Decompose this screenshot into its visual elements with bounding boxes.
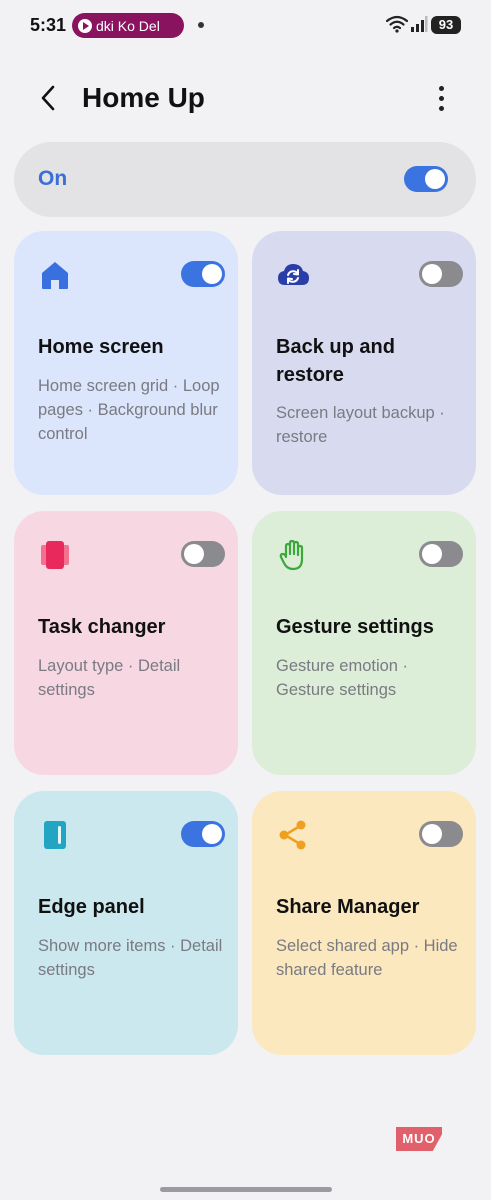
card-task-changer[interactable]: Task changer Layout type · Detail settin… xyxy=(14,511,238,775)
card-title: Edge panel xyxy=(38,896,145,918)
toggle-knob xyxy=(202,824,222,844)
card-title: Gesture settings xyxy=(276,616,434,638)
card-description: Layout type · Detail settings xyxy=(38,657,181,699)
play-icon xyxy=(78,18,92,33)
card-description: Gesture emotion · Gesture settings xyxy=(276,657,409,699)
card-title: Home screen xyxy=(38,336,164,358)
toggle-home-screen[interactable] xyxy=(181,261,225,287)
toggle-share-manager[interactable] xyxy=(419,821,463,847)
master-switch-bar[interactable]: On xyxy=(14,142,476,217)
edge-panel-icon xyxy=(44,821,66,849)
card-title: Share Manager xyxy=(276,896,420,918)
card-description: Show more items · Detail settings xyxy=(38,937,223,979)
master-toggle[interactable] xyxy=(404,166,448,192)
muo-watermark: MUO xyxy=(396,1127,442,1151)
more-options-button[interactable] xyxy=(424,80,458,116)
notification-dot-icon xyxy=(198,22,204,28)
toggle-knob xyxy=(202,264,222,284)
card-description: Home screen grid · Loop pages · Backgrou… xyxy=(38,377,220,443)
task-cards-icon xyxy=(41,541,69,569)
status-bar: 5:31 dki Ko Del 93 xyxy=(0,0,491,52)
status-time: 5:31 xyxy=(30,15,67,35)
share-icon xyxy=(279,820,306,850)
card-description: Select shared app · Hide shared feature xyxy=(276,937,458,979)
cloud-sync-icon xyxy=(278,264,309,285)
toggle-backup-restore[interactable] xyxy=(419,261,463,287)
toggle-knob xyxy=(422,824,442,844)
card-backup-restore[interactable]: Back up and restore Screen layout backup… xyxy=(252,231,476,495)
home-indicator[interactable] xyxy=(160,1187,332,1192)
page-title: Home Up xyxy=(82,82,205,113)
card-title: Task changer xyxy=(38,616,166,638)
media-title: dki Ko Del xyxy=(96,17,160,34)
signal-icon xyxy=(411,16,428,32)
wifi-icon xyxy=(386,15,408,33)
card-share-manager[interactable]: Share Manager Select shared app · Hide s… xyxy=(252,791,476,1055)
toggle-knob xyxy=(422,544,442,564)
card-description: Screen layout backup · restore xyxy=(276,404,445,446)
battery-indicator: 93 xyxy=(431,16,461,34)
card-gesture-settings[interactable]: Gesture settings Gesture emotion · Gestu… xyxy=(252,511,476,775)
card-title: Back up and restore xyxy=(276,336,395,386)
back-button[interactable] xyxy=(30,80,66,116)
home-icon xyxy=(42,262,68,289)
toggle-knob xyxy=(184,544,204,564)
hand-icon xyxy=(279,539,304,571)
toggle-knob xyxy=(422,264,442,284)
toggle-gesture-settings[interactable] xyxy=(419,541,463,567)
toggle-knob xyxy=(425,169,445,189)
media-notification-pill[interactable]: dki Ko Del xyxy=(72,13,184,38)
chevron-left-icon xyxy=(41,85,55,111)
master-switch-label: On xyxy=(38,167,68,190)
toggle-task-changer[interactable] xyxy=(181,541,225,567)
more-vert-icon xyxy=(438,85,444,91)
card-home-screen[interactable]: Home screen Home screen grid · Loop page… xyxy=(14,231,238,495)
toggle-edge-panel[interactable] xyxy=(181,821,225,847)
card-edge-panel[interactable]: Edge panel Show more items · Detail sett… xyxy=(14,791,238,1055)
